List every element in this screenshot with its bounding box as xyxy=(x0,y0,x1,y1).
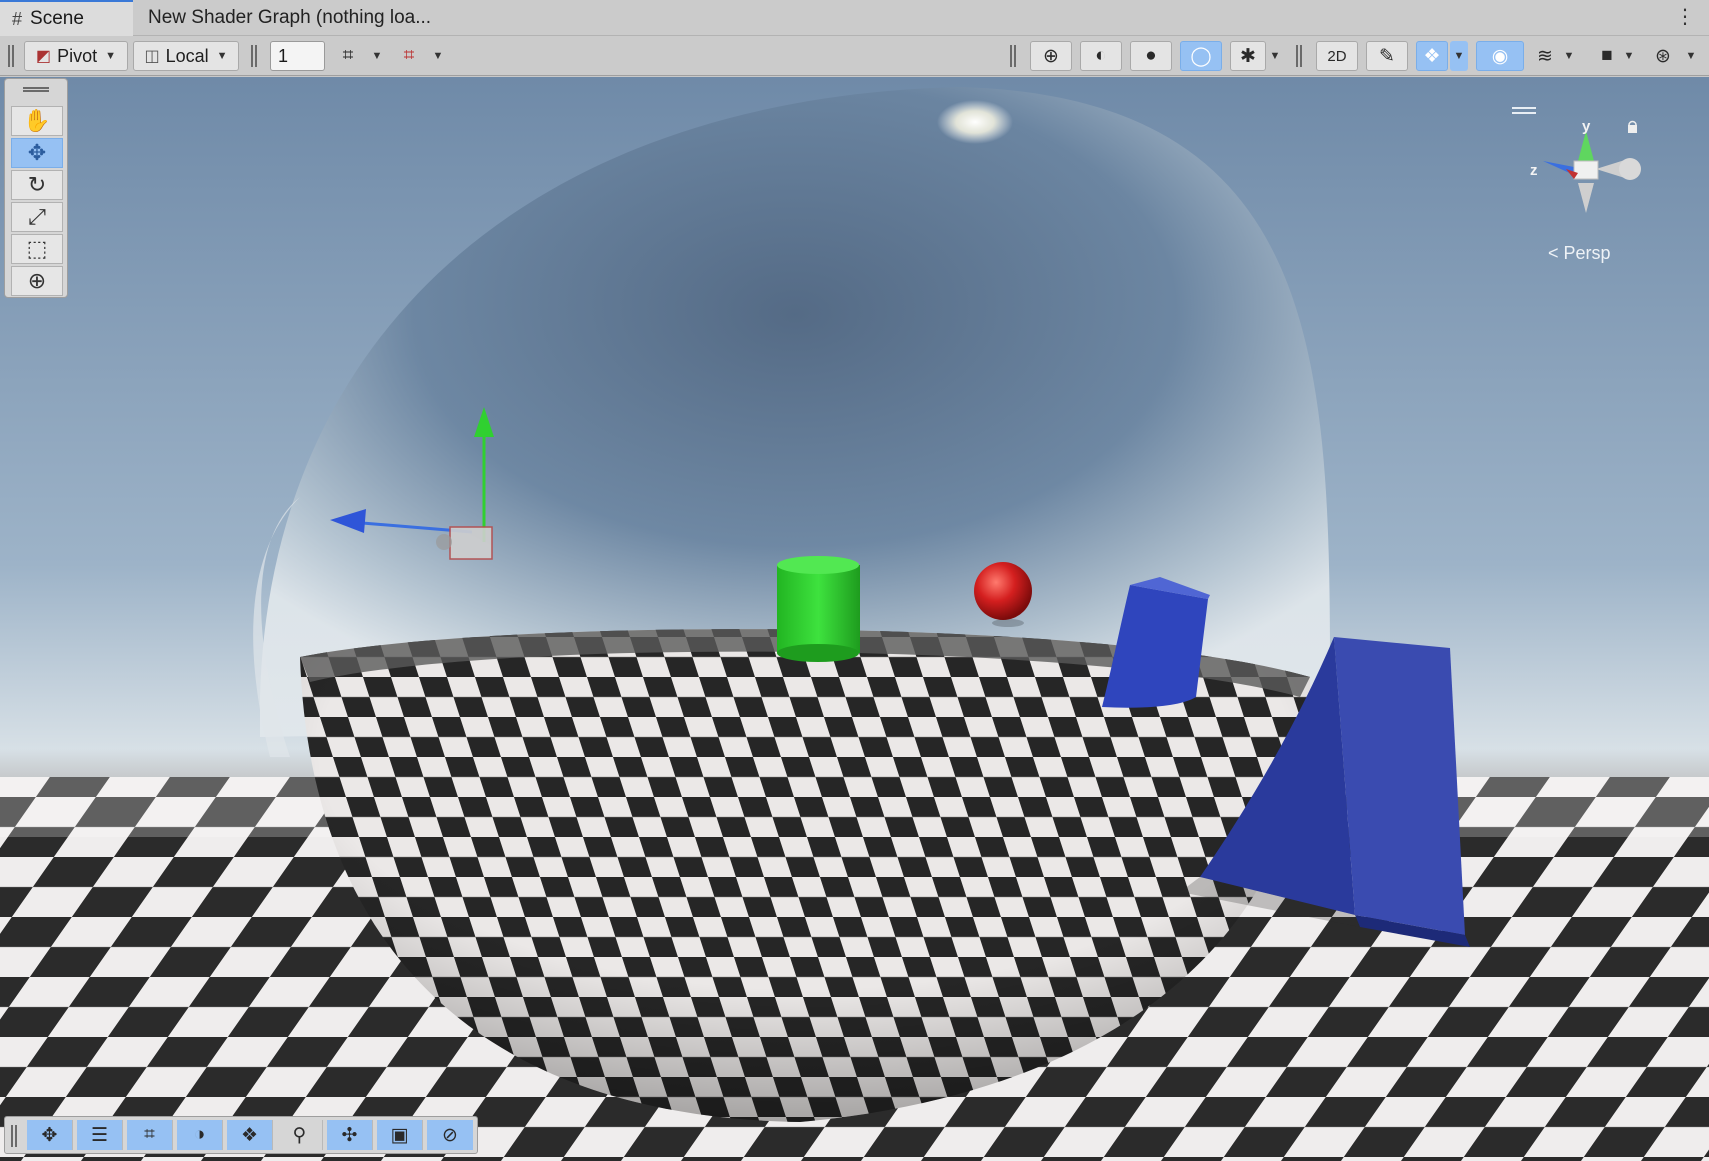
overlay-compass-button[interactable]: ⊘ xyxy=(427,1120,473,1150)
tab-scene[interactable]: # Scene xyxy=(0,0,133,36)
local-dropdown[interactable]: ◫ Local ▼ xyxy=(133,41,239,71)
transform-tool-button[interactable]: ⊕ xyxy=(11,266,63,296)
scene-toolbar: ◩ Pivot ▼ ◫ Local ▼ 1 ⌗ ▼ ⌗ ▼ ⊕ ◐ ● ◯ ✱ … xyxy=(0,36,1709,76)
overlay-shading-button[interactable]: ◑ xyxy=(177,1120,223,1150)
grid-snap-input[interactable]: 1 xyxy=(270,41,325,71)
more-options-icon[interactable]: ⋮ xyxy=(1675,6,1695,28)
cube-icon: ◫ xyxy=(144,48,160,65)
chevron-down-icon[interactable]: ▼ xyxy=(1266,41,1284,71)
chevron-down-icon[interactable]: ▼ xyxy=(429,41,447,71)
shaded-wireframe-button[interactable]: ◐ xyxy=(1080,41,1122,71)
increment-snap-icon[interactable]: ⌗ xyxy=(394,41,424,71)
pivot-icon: ✣ xyxy=(341,1124,358,1146)
shaded-icon: ● xyxy=(1145,45,1157,66)
camera-icon[interactable]: ■ xyxy=(1592,41,1622,71)
chevron-down-icon[interactable]: ▼ xyxy=(1450,41,1468,71)
layers-icon: ❖ xyxy=(240,1124,259,1146)
wireframe-icon: ⊕ xyxy=(1043,45,1059,67)
sliders-icon: ☰ xyxy=(90,1124,109,1146)
overlay-grip[interactable] xyxy=(11,1125,17,1147)
2d-icon: 2D xyxy=(1327,47,1347,65)
effects-button[interactable]: ❖ xyxy=(1416,41,1448,71)
chevron-down-icon: ▼ xyxy=(105,50,117,62)
lit-sphere-icon: ◯ xyxy=(1190,45,1212,67)
move-tool-button[interactable]: ✥ xyxy=(11,138,63,168)
shaded-wireframe-icon: ◐ xyxy=(1095,45,1107,66)
pivot-label: Pivot xyxy=(57,45,98,66)
overlay-layers-button[interactable]: ❖ xyxy=(227,1120,273,1150)
grid-snap-icon[interactable]: ⌗ xyxy=(333,41,363,71)
rotate-icon: ↻ xyxy=(27,172,47,197)
rotate-tool-button[interactable]: ↻ xyxy=(11,170,63,200)
light-off-icon: ✎ xyxy=(1379,45,1395,67)
tab-scene-label: Scene xyxy=(30,8,84,29)
overlay-toolbar: ✥ ☰ ⌗ ◑ ❖ ⚲ ✣ ▣ ⊘ xyxy=(4,1116,478,1154)
scale-icon: ⤢ xyxy=(28,204,46,229)
tool-palette: ✋ ✥ ↻ ⤢ ⬚ ⊕ xyxy=(4,78,68,298)
chevron-left-icon: < xyxy=(1548,243,1559,263)
search-icon: ⚲ xyxy=(292,1124,307,1146)
projection-label: Persp xyxy=(1563,243,1611,263)
toggle-2d-button[interactable]: 2D xyxy=(1316,41,1358,71)
chevron-down-icon[interactable]: ▼ xyxy=(1620,41,1638,71)
move-icon: ✥ xyxy=(41,1124,58,1146)
hand-icon: ✋ xyxy=(23,108,51,133)
eye-icon: ◉ xyxy=(1491,45,1509,67)
pivot-dropdown[interactable]: ◩ Pivot ▼ xyxy=(24,41,128,71)
transform-icon: ⊕ xyxy=(27,268,47,293)
toolbar-grip[interactable] xyxy=(251,45,257,67)
projection-toggle[interactable]: < Persp xyxy=(1548,243,1611,264)
scene-visibility-button[interactable]: ◉ xyxy=(1476,41,1524,71)
toggle-lighting-button[interactable]: ✎ xyxy=(1366,41,1408,71)
scene-window: # Scene New Shader Graph (nothing loa...… xyxy=(0,0,1709,1161)
grid-icon: ⌗ xyxy=(144,1124,155,1145)
lit-preview-button[interactable]: ◯ xyxy=(1180,41,1222,71)
overlay-grid-button[interactable]: ⌗ xyxy=(127,1120,173,1150)
layers-icon: ❖ xyxy=(1423,45,1441,67)
wireframe-shading-button[interactable]: ⊕ xyxy=(1030,41,1072,71)
overlay-camera-button[interactable]: ▣ xyxy=(377,1120,423,1150)
grid-icon: # xyxy=(12,8,23,29)
rect-icon: ⬚ xyxy=(26,236,48,261)
tab-shader-graph-label: New Shader Graph (nothing loa... xyxy=(148,7,432,28)
compass-icon: ⊘ xyxy=(442,1124,458,1146)
toolbar-grip[interactable] xyxy=(1296,45,1302,67)
toolbar-grip[interactable] xyxy=(1010,45,1016,67)
scale-tool-button[interactable]: ⤢ xyxy=(11,202,63,232)
shading-icon: ◑ xyxy=(193,1124,206,1145)
camera-icon: ▣ xyxy=(390,1124,409,1146)
tab-shader-graph[interactable]: New Shader Graph (nothing loa... xyxy=(148,0,468,36)
local-label: Local xyxy=(165,45,209,66)
chevron-down-icon[interactable]: ▼ xyxy=(1682,41,1700,71)
chevron-down-icon: ▼ xyxy=(216,50,228,62)
scene-render[interactable] xyxy=(0,77,1709,1161)
tab-bar: # Scene New Shader Graph (nothing loa...… xyxy=(0,0,1709,36)
overlay-settings-button[interactable]: ☰ xyxy=(77,1120,123,1150)
pivot-icon: ◩ xyxy=(35,48,52,65)
hand-tool-button[interactable]: ✋ xyxy=(11,106,63,136)
chevron-down-icon[interactable]: ▼ xyxy=(368,41,386,71)
bug-icon: ✱ xyxy=(1240,45,1256,67)
toolbar-grip[interactable] xyxy=(8,45,14,67)
shaded-button[interactable]: ● xyxy=(1130,41,1172,71)
overlay-pivot-button[interactable]: ✣ xyxy=(327,1120,373,1150)
overlay-move-button[interactable]: ✥ xyxy=(27,1120,73,1150)
rect-tool-button[interactable]: ⬚ xyxy=(11,234,63,264)
gizmos-icon[interactable]: ⊛ xyxy=(1648,41,1678,71)
palette-grip[interactable] xyxy=(23,87,49,92)
move-icon: ✥ xyxy=(27,140,47,165)
scene-viewport[interactable]: y z < Persp xyxy=(0,77,1709,1161)
layers-visibility-icon[interactable]: ≋ xyxy=(1530,41,1560,71)
overlay-search-button[interactable]: ⚲ xyxy=(277,1120,323,1150)
debug-draw-button[interactable]: ✱ xyxy=(1230,41,1266,71)
chevron-down-icon[interactable]: ▼ xyxy=(1560,41,1578,71)
